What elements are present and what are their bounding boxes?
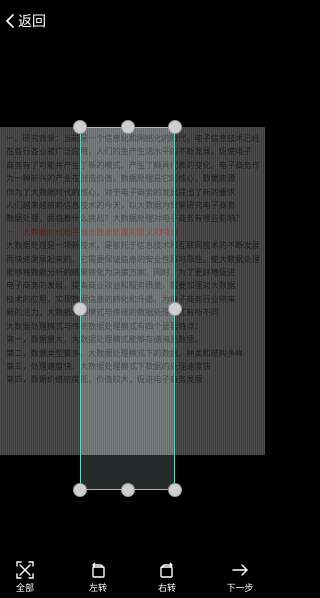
crop-handle-left[interactable] — [73, 302, 87, 316]
rotate-left-label: 左转 — [88, 583, 107, 593]
select-all-button[interactable]: 全部 — [0, 561, 50, 594]
rotate-right-icon — [158, 561, 176, 581]
arrow-right-icon — [231, 561, 249, 581]
next-step-button[interactable]: 下一步 — [215, 561, 265, 594]
back-label: 返回 — [18, 13, 46, 29]
bottom-toolbar: 全部 左转 右转 下一步 — [0, 557, 265, 598]
crop-handle-top[interactable] — [121, 120, 135, 134]
crop-handle-top-left[interactable] — [73, 120, 87, 134]
chevron-left-icon — [4, 14, 16, 28]
rotate-right-label: 右转 — [157, 583, 176, 593]
rotate-right-button[interactable]: 右转 — [142, 561, 192, 594]
crop-handle-bottom[interactable] — [121, 483, 135, 497]
rotate-left-button[interactable]: 左转 — [73, 561, 123, 594]
crop-handle-bottom-right[interactable] — [168, 483, 182, 497]
crop-shade-right — [175, 127, 265, 455]
top-bar: 返回 — [0, 0, 265, 42]
rotate-left-icon — [89, 561, 107, 581]
select-all-label: 全部 — [15, 583, 34, 593]
image-preview: 一、研究背景：当前是一个信息化和网络化的时代，电子信息技术已经 在各行各业被广泛应… — [0, 42, 265, 557]
crop-shade-left — [0, 127, 80, 455]
crop-frame[interactable] — [73, 120, 182, 497]
back-button[interactable]: 返回 — [4, 11, 46, 31]
expand-icon — [16, 561, 34, 581]
next-step-label: 下一步 — [226, 583, 254, 593]
crop-handle-bottom-left[interactable] — [73, 483, 87, 497]
crop-handle-right[interactable] — [168, 302, 182, 316]
crop-handle-top-right[interactable] — [168, 120, 182, 134]
